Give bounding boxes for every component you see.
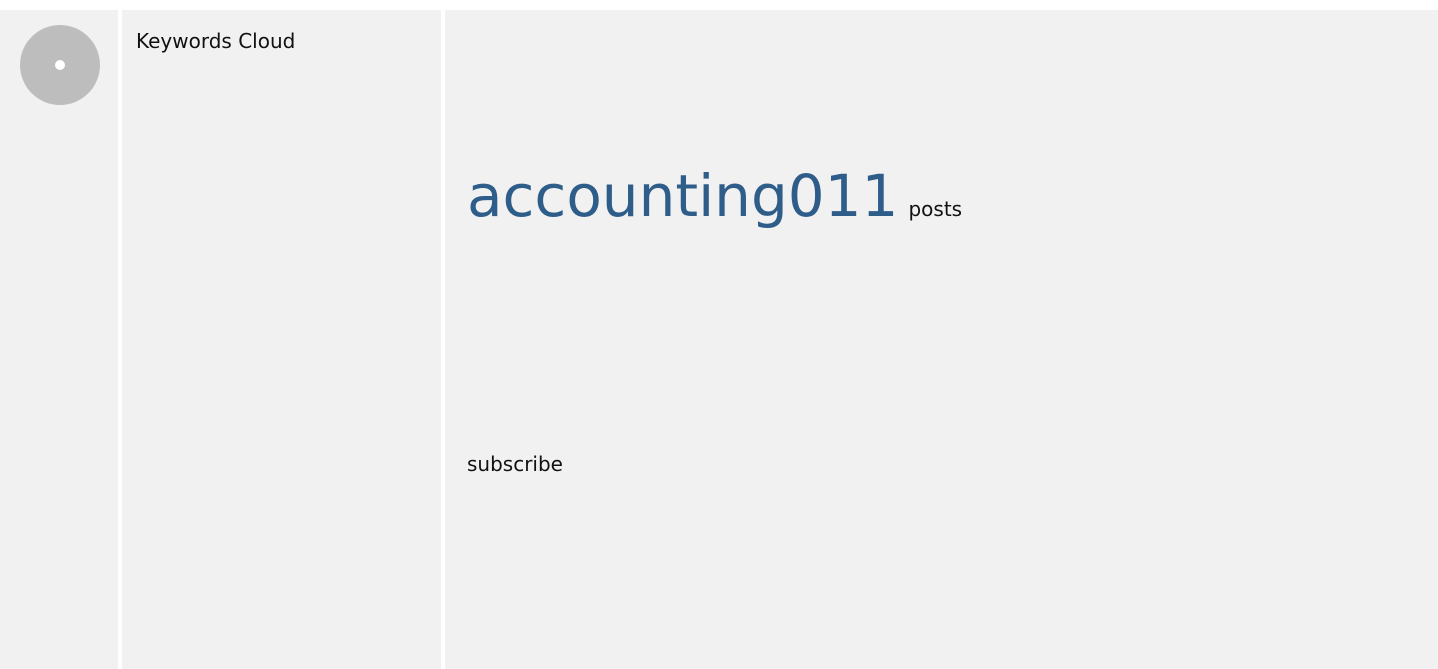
- status-column: [0, 10, 118, 669]
- section-title: Keywords Cloud: [136, 29, 296, 53]
- cloud-line: [467, 226, 1425, 254]
- cloud-line: [467, 478, 1425, 506]
- subscribe-keyword: subscribe: [467, 452, 563, 476]
- neutral-circle-icon: [20, 25, 100, 105]
- cloud-line: [467, 310, 1425, 338]
- featured-keyword: accounting011: [467, 162, 899, 230]
- status-dot: [55, 60, 65, 70]
- cloud-line: [467, 254, 1425, 282]
- cloud-line: [467, 282, 1425, 310]
- keywords-cloud-content: accounting011 posts subscribe: [445, 10, 1438, 669]
- cloud-line: [467, 506, 1425, 534]
- keywords-cloud-row: Keywords Cloud accounting011 posts subscr…: [0, 10, 1438, 669]
- cloud-line: [467, 534, 1425, 562]
- featured-keyword-suffix: posts: [908, 197, 963, 221]
- cloud-line: [467, 394, 1425, 422]
- title-column: Keywords Cloud: [122, 10, 441, 669]
- cloud-line: [467, 26, 1425, 54]
- cloud-line: [467, 422, 1425, 450]
- cloud-line: [467, 110, 1425, 138]
- cloud-line: [467, 338, 1425, 366]
- featured-keyword-row: accounting011 posts: [467, 166, 1425, 226]
- cloud-line: [467, 82, 1425, 110]
- cloud-line: [467, 366, 1425, 394]
- keywords-cloud: accounting011 posts subscribe: [445, 10, 1435, 562]
- cloud-line: [467, 54, 1425, 82]
